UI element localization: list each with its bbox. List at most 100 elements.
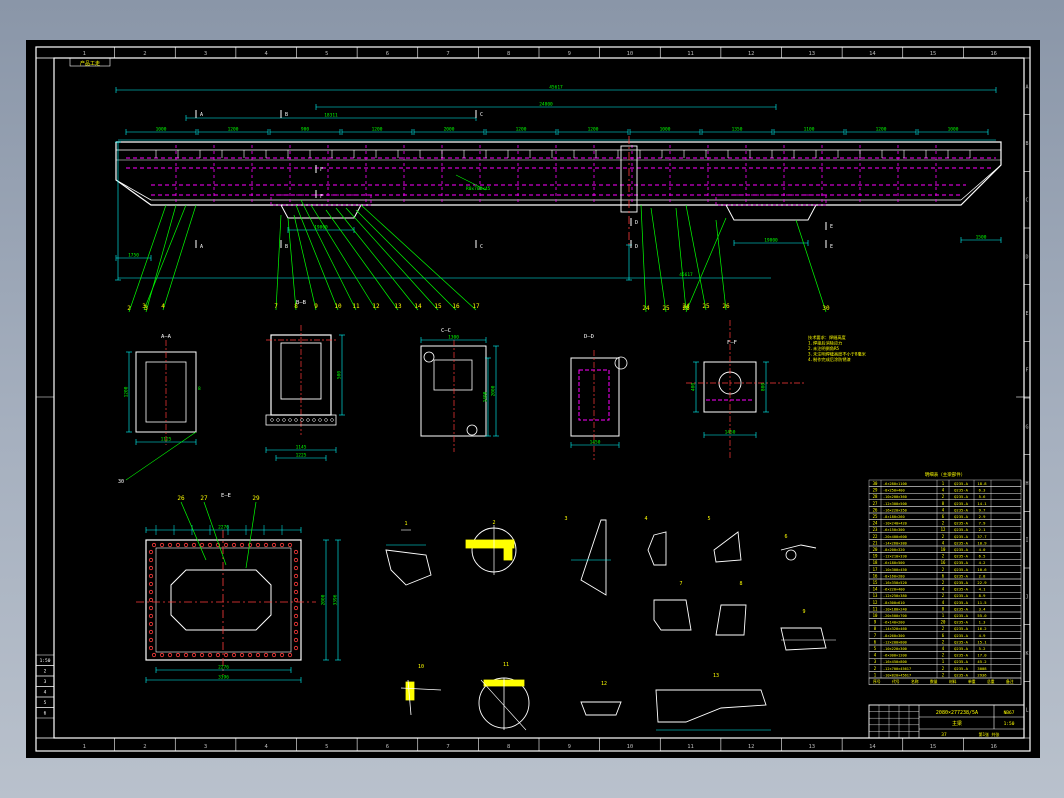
bom-cell: Q235-A xyxy=(954,521,968,526)
bolt-hole xyxy=(294,418,298,422)
bom-cell: Q235-A xyxy=(954,580,968,585)
callout-number: 17 xyxy=(472,303,480,310)
bom-cell: 2 xyxy=(942,593,945,598)
bom-cell: 2 xyxy=(942,666,945,671)
grid-col-label: 16 xyxy=(990,744,997,750)
detail-label: 9 xyxy=(802,609,805,615)
bom-cell: Q235-A xyxy=(954,620,968,625)
bom-cell: 2936 xyxy=(977,672,987,677)
dimension-label: 1145 xyxy=(296,445,307,451)
grid-col-label: 12 xyxy=(748,51,755,57)
section-letter: C xyxy=(480,244,483,250)
bom-cell: 14.1 xyxy=(977,501,987,506)
bom-cell: -6×280×1100 xyxy=(883,482,907,486)
revision-text: 1:50 xyxy=(40,658,51,664)
bolt-hole xyxy=(279,542,285,548)
dimension-label: 1300 xyxy=(448,335,459,341)
drawing-canvas: 1122334455667788991010111112121313141415… xyxy=(35,46,1031,752)
bolt-hole xyxy=(293,645,299,651)
bom-title: 明细表（主梁部件） xyxy=(925,471,966,478)
bom-cell: 13 xyxy=(873,593,878,598)
bom-cell: 2 xyxy=(942,534,945,539)
section-cc-outline xyxy=(420,345,487,437)
bolt-hole xyxy=(148,549,154,555)
bom-cell: 26 xyxy=(873,507,878,512)
dimension-label: 1200 xyxy=(588,127,599,133)
dimension-label: 1450 xyxy=(590,440,601,446)
bom-cell: -10×200×360 xyxy=(883,495,907,499)
detail-part xyxy=(780,544,817,551)
bom-cell: 2 xyxy=(942,494,945,499)
bolt-hole xyxy=(239,652,245,658)
bom-cell: 1 xyxy=(942,659,945,664)
bom-cell: -12×700×45617 xyxy=(883,667,911,671)
detail-label: 6 xyxy=(784,534,787,540)
bolt-hole xyxy=(293,637,299,643)
bolt-hole xyxy=(159,652,165,658)
bom-header-cell: 序号 xyxy=(873,679,881,684)
callout-number: 13 xyxy=(394,303,402,310)
bom-cell: 22 xyxy=(873,534,878,539)
bom-cell: -6×220×400 xyxy=(883,588,905,592)
grid-row-label: H xyxy=(1025,481,1028,487)
bom-cell: -8×300×610 xyxy=(883,601,905,605)
dimension-label: 1000 xyxy=(948,127,959,133)
bom-cell: Q235-A xyxy=(954,481,968,486)
bolt-hole xyxy=(239,542,245,548)
bolt-hole xyxy=(306,418,310,422)
detail-part xyxy=(653,599,692,631)
bom-cell: 11.5 xyxy=(977,600,986,605)
callout-number: 7 xyxy=(274,303,278,310)
weld-fill xyxy=(503,539,513,561)
grid-col-label: 2 xyxy=(143,744,146,750)
grid-col-label: 2 xyxy=(143,51,146,57)
bom-cell: 55.0 xyxy=(977,613,987,618)
bom-cell: 2.9 xyxy=(979,514,987,519)
bom-cell: -14×260×380 xyxy=(883,541,907,545)
bolt-hole xyxy=(191,542,197,548)
bolt-hole xyxy=(148,629,154,635)
grid-col-label: 4 xyxy=(265,744,269,750)
bolt-hole xyxy=(293,605,299,611)
grid-col-label: 8 xyxy=(507,51,510,57)
section-title: F—F xyxy=(727,340,737,346)
bom-cell: 3.4 xyxy=(979,606,987,611)
corner-tag: 产品工走 xyxy=(80,60,100,67)
dimension-label: 3396 xyxy=(218,675,229,681)
grid-col-label: 9 xyxy=(568,51,571,57)
right-support xyxy=(725,204,817,221)
bolt-hole xyxy=(247,652,253,658)
bom-cell: -12×300×500 xyxy=(883,502,907,506)
bolt-hole xyxy=(288,418,292,422)
grid-col-label: 4 xyxy=(265,51,269,57)
bom-cell: 6.5 xyxy=(979,554,986,559)
beam-label: R0x700x45 xyxy=(466,186,491,192)
bom-cell: 6 xyxy=(874,639,877,644)
callout-number: 30 xyxy=(118,479,124,485)
technical-notes: 技术要求：焊缝高度1.焊接后消除应力2.未注明倒角R53.未注明焊缝高度不小于8… xyxy=(808,334,867,363)
bom-cell: 3 xyxy=(874,659,877,664)
bom-cell: -12×200×800 xyxy=(883,640,907,644)
cad-drawing-sheet[interactable]: 1 1 2 2 3 3 4 4 5 5 6 6 7 7 8 8 9 9 10 10 11 11 12 12 13 13 14 14 15… xyxy=(26,40,1040,758)
bom-cell: 4.1 xyxy=(979,587,987,592)
grid-col-label: 1 xyxy=(83,744,86,750)
bom-cell: 9.7 xyxy=(979,507,986,512)
title-weight: NB67 xyxy=(1004,710,1015,716)
bom-cell: 5.2 xyxy=(979,646,986,651)
detail-part xyxy=(655,689,767,723)
bom-cell: 4 xyxy=(942,540,945,545)
bom-cell: -8×180×260 xyxy=(883,515,905,519)
bom-cell: 15.1 xyxy=(977,639,987,644)
detail-label: 12 xyxy=(601,681,607,687)
dimension-label: 8 xyxy=(198,386,201,392)
grid-row-label: L xyxy=(1025,708,1028,714)
bom-cell: Q235-A xyxy=(954,600,968,605)
bolt-hole xyxy=(293,557,299,563)
section-cc-inner xyxy=(433,359,473,391)
bom-cell: 10 xyxy=(873,613,878,618)
bom-cell: -20×400×600 xyxy=(883,535,907,539)
bom-cell: 20 xyxy=(941,620,946,625)
grid-row-label: B xyxy=(1025,141,1028,147)
bom-cell: -10×300×450 xyxy=(883,568,907,572)
leader-line xyxy=(345,207,439,311)
